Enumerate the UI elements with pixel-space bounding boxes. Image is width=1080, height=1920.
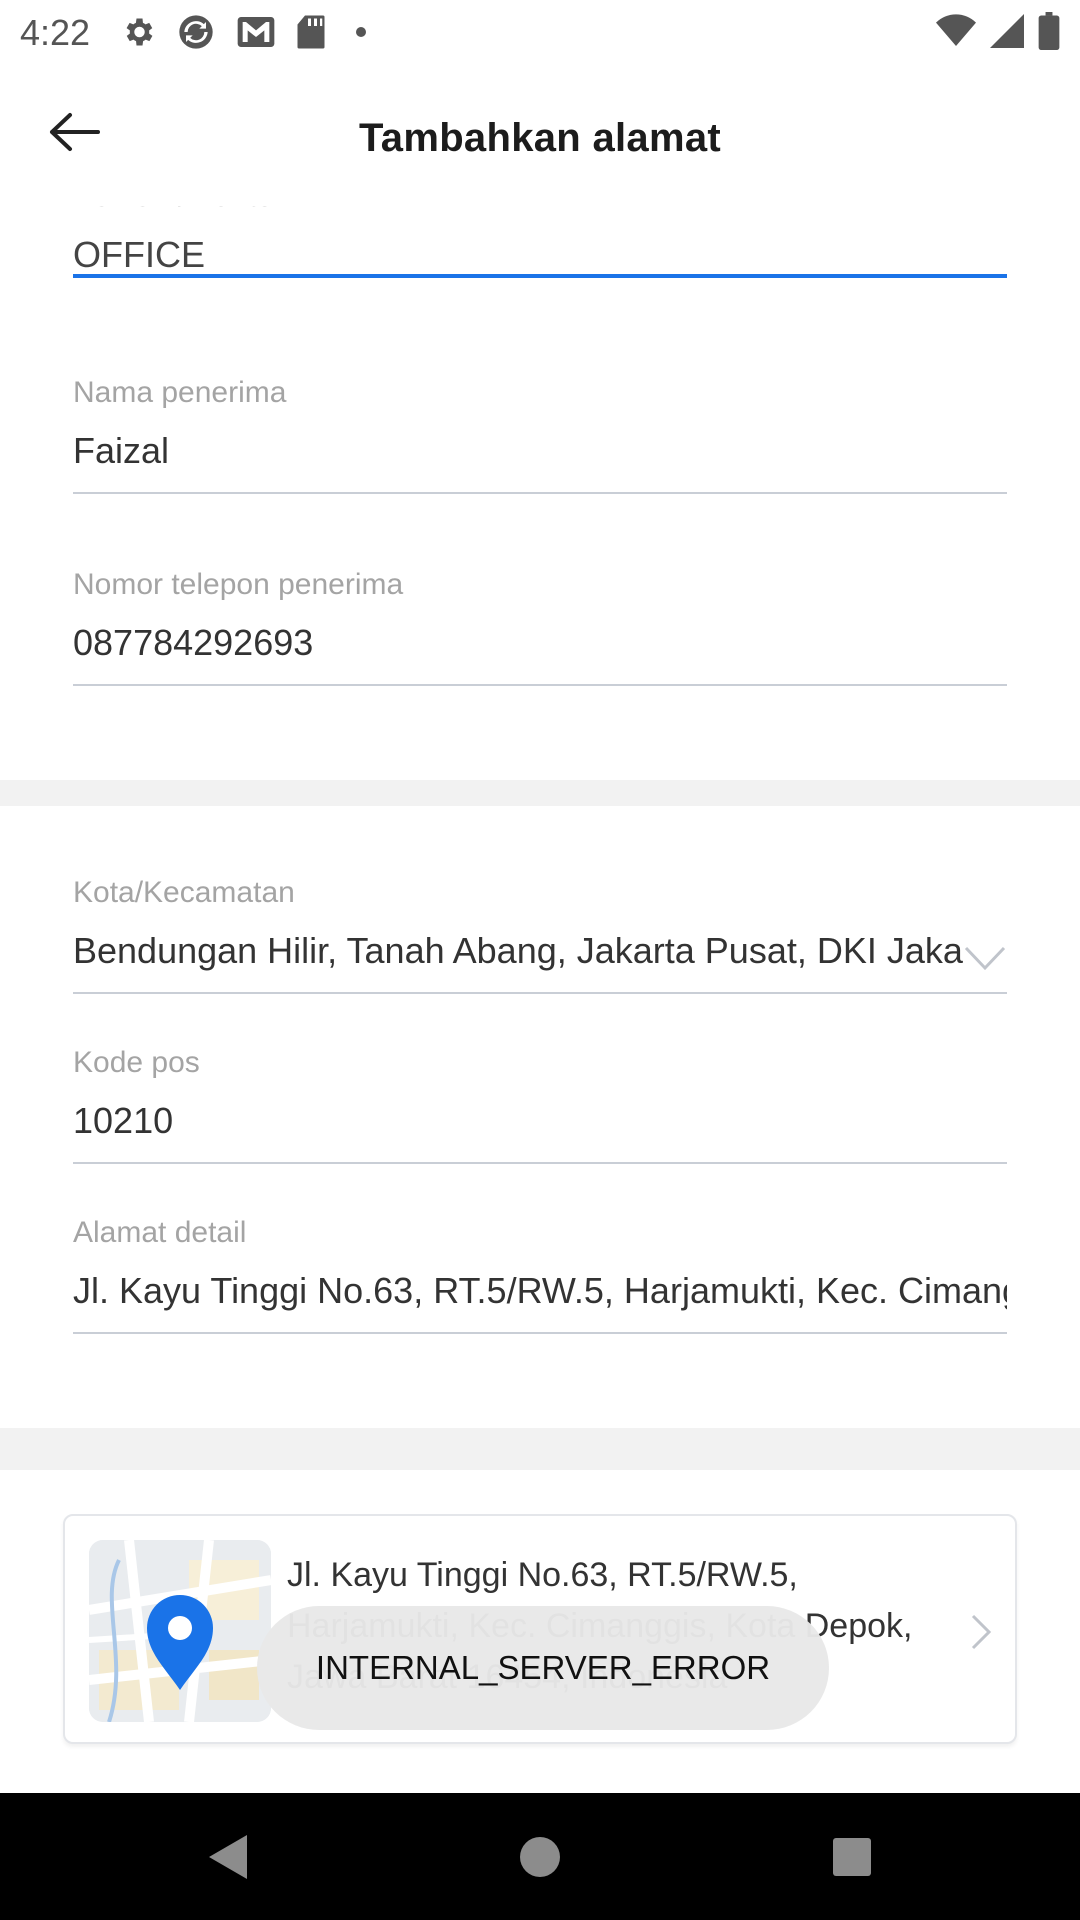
address-detail-label: Alamat detail bbox=[73, 1216, 247, 1249]
recipient-name-input[interactable]: Faizal bbox=[73, 430, 1007, 472]
address-detail-underline bbox=[73, 1332, 1007, 1334]
back-triangle-icon bbox=[209, 1835, 247, 1879]
recipient-name-field[interactable]: Nama penerima Faizal bbox=[73, 376, 1007, 494]
system-nav-bar bbox=[0, 1793, 1080, 1920]
battery-icon bbox=[1038, 12, 1060, 55]
status-icons-left bbox=[120, 12, 376, 57]
error-toast: INTERNAL_SERVER_ERROR bbox=[257, 1606, 829, 1730]
toast-message: INTERNAL_SERVER_ERROR bbox=[315, 1649, 771, 1686]
city-district-field[interactable]: Kota/Kecamatan Bendungan Hilir, Tanah Ab… bbox=[73, 876, 1007, 994]
nav-back-button[interactable] bbox=[200, 1829, 256, 1885]
postal-code-underline bbox=[73, 1162, 1007, 1164]
home-circle-icon bbox=[520, 1837, 560, 1877]
chevron-down-icon[interactable] bbox=[963, 944, 1007, 979]
recipient-phone-input[interactable]: 087784292693 bbox=[73, 622, 1007, 664]
chevron-right-icon bbox=[969, 1612, 993, 1657]
recipient-name-underline bbox=[73, 492, 1007, 494]
status-icons-right bbox=[936, 12, 1060, 55]
section-divider bbox=[0, 780, 1080, 806]
recipient-phone-field[interactable]: Nomor telepon penerima 087784292693 bbox=[73, 568, 1007, 686]
address-type-field[interactable]: Rumah / Kantor OFFICE bbox=[73, 206, 1007, 278]
page-title: Tambahkan alamat bbox=[359, 116, 721, 160]
wifi-icon bbox=[936, 13, 976, 54]
address-type-value[interactable]: OFFICE bbox=[73, 234, 1007, 276]
sd-card-icon bbox=[296, 14, 326, 55]
postal-code-label: Kode pos bbox=[73, 1046, 200, 1079]
gear-icon bbox=[120, 14, 156, 55]
app-bar: Tambahkan alamat bbox=[0, 64, 1080, 206]
address-detail-field[interactable]: Alamat detail Jl. Kayu Tinggi No.63, RT.… bbox=[73, 1216, 1007, 1334]
postal-code-field[interactable]: Kode pos 10210 bbox=[73, 1046, 1007, 1164]
nav-home-button[interactable] bbox=[512, 1829, 568, 1885]
section-divider-2 bbox=[0, 1428, 1080, 1470]
signal-icon bbox=[990, 13, 1024, 54]
recipient-phone-underline bbox=[73, 684, 1007, 686]
sync-icon bbox=[176, 12, 216, 57]
recents-square-icon bbox=[833, 1838, 871, 1876]
map-thumbnail bbox=[89, 1540, 271, 1722]
postal-code-input[interactable]: 10210 bbox=[73, 1100, 1007, 1142]
address-detail-input[interactable]: Jl. Kayu Tinggi No.63, RT.5/RW.5, Harjam… bbox=[73, 1270, 1007, 1312]
status-bar: 4:22 bbox=[0, 0, 1080, 64]
city-district-select[interactable]: Bendungan Hilir, Tanah Abang, Jakarta Pu… bbox=[73, 930, 963, 972]
recipient-phone-label: Nomor telepon penerima bbox=[73, 568, 404, 601]
gmail-icon bbox=[236, 14, 276, 55]
dot-icon bbox=[346, 17, 376, 52]
city-district-label: Kota/Kecamatan bbox=[73, 876, 295, 909]
address-type-label: Rumah / Kantor bbox=[73, 206, 1007, 214]
nav-recents-button[interactable] bbox=[824, 1829, 880, 1885]
city-district-underline bbox=[73, 992, 1007, 994]
recipient-name-label: Nama penerima bbox=[73, 376, 287, 409]
address-form[interactable]: Rumah / Kantor OFFICE Nama penerima Faiz… bbox=[0, 206, 1080, 1793]
address-type-underline bbox=[73, 274, 1007, 278]
status-time: 4:22 bbox=[20, 12, 91, 53]
